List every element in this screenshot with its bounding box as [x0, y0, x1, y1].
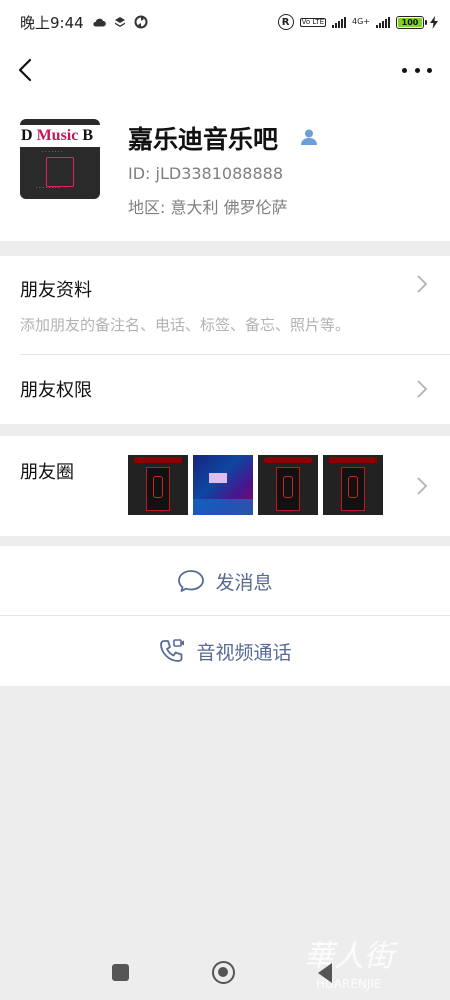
signal-icon — [332, 16, 346, 28]
actions-group: 发消息 音视频通话 — [0, 546, 450, 686]
moments-row[interactable]: 朋友圈 — [0, 436, 450, 536]
layers-icon — [114, 17, 125, 27]
battery-level: 100 — [401, 17, 419, 27]
more-dot — [414, 67, 420, 73]
avatar-logo-decoration: · · · · · · · — [42, 149, 63, 155]
friend-info-row[interactable]: 朋友资料 添加朋友的备注名、电话、标签、备忘、照片等。 — [0, 256, 450, 354]
video-call-label: 音视频通话 — [196, 641, 292, 664]
moments-title: 朋友圈 — [20, 462, 74, 483]
moments-thumbnail — [258, 455, 318, 515]
moments-thumbnail — [128, 455, 188, 515]
status-icons-right: R Vo LTE 4G+ 100 — [277, 14, 438, 30]
person-icon — [301, 129, 317, 145]
avatar-logo-decoration: · · · · · · · · — [36, 185, 60, 191]
friend-permissions-title: 朋友权限 — [20, 380, 92, 401]
signal-icon — [376, 16, 390, 28]
sync-icon — [134, 15, 148, 29]
back-button[interactable] — [14, 56, 40, 84]
video-call-button[interactable]: 音视频通话 — [0, 616, 450, 686]
more-button[interactable] — [402, 58, 432, 82]
friend-info-title: 朋友资料 — [20, 280, 92, 301]
avatar[interactable]: D Music B · · · · · · · · · · · · · · · — [20, 119, 100, 199]
wechat-id: ID: jLD3381088888 — [128, 164, 283, 183]
system-nav-bar — [0, 940, 450, 1000]
chevron-right-icon — [417, 380, 428, 398]
registered-icon: R — [277, 14, 294, 30]
moments-thumbnail — [193, 455, 253, 515]
send-message-button[interactable]: 发消息 — [0, 546, 450, 616]
region: 地区: 意大利 佛罗伦萨 — [128, 198, 288, 217]
volte-icon: Vo LTE — [299, 17, 326, 27]
friend-info-description: 添加朋友的备注名、电话、标签、备忘、照片等。 — [20, 316, 351, 334]
battery-icon: 100 — [396, 15, 427, 29]
nav-bar — [0, 44, 450, 96]
moments-thumbnail — [323, 455, 383, 515]
chevron-right-icon — [417, 477, 428, 495]
more-dot — [427, 67, 432, 73]
profile-name: 嘉乐迪音乐吧 — [128, 125, 279, 154]
phone-video-icon — [160, 639, 185, 662]
send-message-label: 发消息 — [215, 571, 273, 594]
home-icon[interactable] — [212, 961, 235, 984]
avatar-logo-text: D Music B — [20, 125, 100, 147]
status-time: 晚上9:44 — [20, 13, 84, 32]
avatar-sign-graphic — [46, 157, 74, 187]
network-4g-icon: 4G+ — [352, 17, 370, 26]
friend-permissions-row[interactable]: 朋友权限 — [0, 355, 450, 424]
more-dot — [402, 67, 407, 73]
recent-apps-icon[interactable] — [112, 964, 129, 981]
chevron-left-icon — [18, 58, 32, 82]
charging-icon — [430, 15, 438, 29]
back-icon[interactable] — [318, 963, 332, 983]
status-bar: 晚上9:44 R Vo LTE 4G+ 100 — [0, 0, 450, 44]
cloud-icon — [93, 18, 106, 27]
status-icons-left — [92, 15, 148, 29]
chat-bubble-icon — [178, 570, 205, 592]
chevron-right-icon — [417, 275, 428, 293]
info-group: 朋友资料 添加朋友的备注名、电话、标签、备忘、照片等。 朋友权限 — [0, 256, 450, 424]
profile-header: D Music B · · · · · · · · · · · · · · · … — [0, 96, 450, 241]
